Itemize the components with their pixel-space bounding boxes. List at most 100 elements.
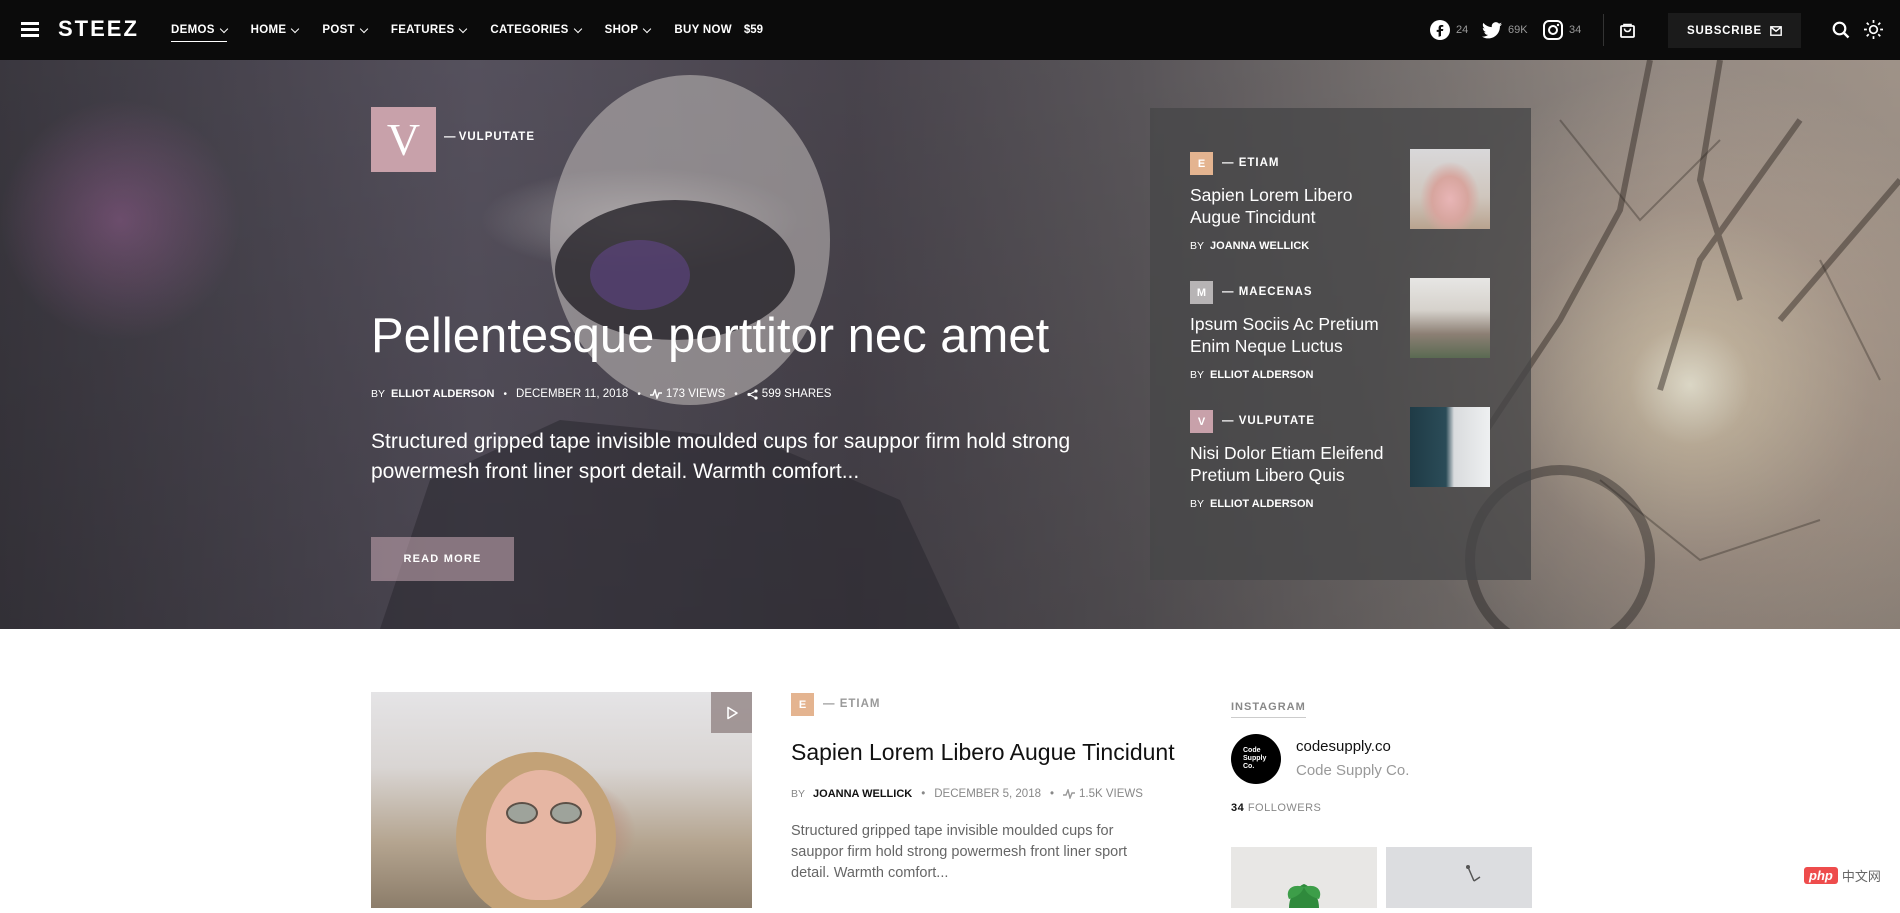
cart-icon[interactable] xyxy=(1620,22,1635,43)
menu-item-label: HOME xyxy=(250,24,287,36)
hero-meta: BY ELLIOT ALDERSON • DECEMBER 11, 2018 •… xyxy=(371,388,831,400)
twitter-icon xyxy=(1482,21,1502,38)
post-date: DECEMBER 5, 2018 xyxy=(934,788,1041,800)
side-post-badge[interactable]: E xyxy=(1190,152,1213,175)
menu-item-demos[interactable]: DEMOS xyxy=(171,24,228,42)
menu-item-shop[interactable]: SHOP xyxy=(605,24,652,36)
side-post[interactable]: V VULPUTATE Nisi Dolor Etiam Eleifend Pr… xyxy=(1190,407,1510,520)
image-detail xyxy=(486,770,596,900)
by-label: BY xyxy=(791,788,806,800)
followers-count: 34 xyxy=(1231,802,1245,814)
side-post-thumbnail[interactable] xyxy=(1410,278,1490,358)
social-facebook[interactable]: 24 xyxy=(1430,0,1468,60)
chevron-down-icon xyxy=(643,24,652,33)
hero-shares: 599 SHARES xyxy=(761,388,832,400)
menu-item-categories[interactable]: CATEGORIES xyxy=(490,24,582,36)
side-post-category[interactable]: ETIAM xyxy=(1222,157,1279,169)
side-post-author[interactable]: JOANNA WELLICK xyxy=(1210,240,1309,252)
menu-item-features[interactable]: FEATURES xyxy=(390,24,468,36)
read-more-button[interactable]: READ MORE xyxy=(371,537,514,581)
facebook-count: 24 xyxy=(1456,24,1469,36)
side-post-category[interactable]: VULPUTATE xyxy=(1222,415,1315,427)
side-post-byline: BY ELLIOT ALDERSON xyxy=(1190,369,1314,381)
hero-category-badge[interactable]: V xyxy=(371,107,436,172)
side-post[interactable]: E ETIAM Sapien Lorem Libero Augue Tincid… xyxy=(1190,149,1510,262)
side-post-byline: BY ELLIOT ALDERSON xyxy=(1190,498,1314,510)
side-post-category[interactable]: MAECENAS xyxy=(1222,286,1313,298)
post-category-label[interactable]: ETIAM xyxy=(823,698,880,710)
instagram-account-name: Code Supply Co. xyxy=(1296,762,1410,779)
play-icon xyxy=(726,706,738,719)
instagram-photo[interactable] xyxy=(1386,847,1532,908)
top-navbar: STEEZ DEMOS HOME POST FEATURES CATEGORIE… xyxy=(0,0,1900,60)
instagram-photo[interactable] xyxy=(1231,847,1377,908)
instagram-followers: 34 FOLLOWERS xyxy=(1231,802,1321,814)
twitter-count: 69K xyxy=(1508,24,1528,36)
side-post-badge[interactable]: M xyxy=(1190,281,1213,304)
menu-item-label: CATEGORIES xyxy=(490,24,569,36)
post-author-link[interactable]: JOANNA WELLICK xyxy=(813,788,912,800)
activity-icon xyxy=(1063,789,1076,799)
instagram-count: 34 xyxy=(1569,24,1582,36)
side-post[interactable]: M MAECENAS Ipsum Sociis Ac Pretium Enim … xyxy=(1190,278,1510,391)
side-post-thumbnail[interactable] xyxy=(1410,407,1490,487)
side-post-badge[interactable]: V xyxy=(1190,410,1213,433)
followers-label: FOLLOWERS xyxy=(1247,802,1322,814)
post-meta: BY JOANNA WELLICK • DECEMBER 5, 2018 • 1… xyxy=(791,788,1143,800)
search-icon[interactable] xyxy=(1832,21,1850,44)
by-label: BY xyxy=(1190,498,1205,510)
post-title[interactable]: Sapien Lorem Libero Augue Tincidunt xyxy=(791,739,1175,766)
site-logo[interactable]: STEEZ xyxy=(58,16,139,42)
chevron-down-icon xyxy=(219,24,228,33)
menu-item-buy-now[interactable]: BUY NOW xyxy=(674,24,731,36)
watermark-logo: php xyxy=(1804,867,1838,884)
by-label: BY xyxy=(1190,240,1205,252)
hero-excerpt: Structured gripped tape invisible moulde… xyxy=(371,430,1071,483)
nav-divider xyxy=(1603,14,1604,46)
menu-item-label: FEATURES xyxy=(390,24,455,36)
menu-item-home[interactable]: HOME xyxy=(250,24,300,36)
side-post-author[interactable]: ELLIOT ALDERSON xyxy=(1210,498,1313,510)
mail-icon xyxy=(1770,25,1782,36)
side-post-title[interactable]: Nisi Dolor Etiam Eleifend Pretium Libero… xyxy=(1190,442,1400,486)
side-post-title[interactable]: Sapien Lorem Libero Augue Tincidunt xyxy=(1190,184,1400,228)
chevron-down-icon xyxy=(291,24,300,33)
image-detail xyxy=(506,802,584,824)
post-excerpt: Structured gripped tape invisible moulde… xyxy=(791,823,1128,881)
plant-image xyxy=(1287,884,1321,908)
side-post-title[interactable]: Ipsum Sociis Ac Pretium Enim Neque Luctu… xyxy=(1190,313,1400,357)
hero-category-label[interactable]: VULPUTATE xyxy=(444,131,535,143)
chevron-down-icon xyxy=(459,24,468,33)
hero-section: V VULPUTATE Pellentesque porttitor nec a… xyxy=(0,60,1900,629)
avatar-text: Code Supply Co. xyxy=(1243,747,1267,770)
hero-title[interactable]: Pellentesque porttitor nec amet xyxy=(371,308,1049,364)
chevron-down-icon xyxy=(359,24,369,33)
by-label: BY xyxy=(371,388,386,400)
post-featured-image[interactable] xyxy=(371,692,752,908)
hamburger-menu-icon[interactable] xyxy=(21,22,39,37)
menu-item-label: BUY NOW xyxy=(674,24,732,36)
chevron-down-icon xyxy=(573,24,582,33)
by-label: BY xyxy=(1190,369,1205,381)
side-post-author[interactable]: ELLIOT ALDERSON xyxy=(1210,369,1313,381)
subscribe-button[interactable]: SUBSCRIBE xyxy=(1668,13,1801,48)
play-video-button[interactable] xyxy=(711,692,752,733)
menu-item-post[interactable]: POST xyxy=(322,24,369,36)
dark-mode-toggle-icon[interactable] xyxy=(1864,20,1883,44)
social-instagram[interactable]: 34 xyxy=(1543,0,1581,60)
side-post-thumbnail[interactable] xyxy=(1410,149,1490,229)
hero-author-link[interactable]: ELLIOT ALDERSON xyxy=(391,388,494,400)
post-category-badge[interactable]: E xyxy=(791,693,814,716)
watermark-text: 中文网 xyxy=(1841,869,1881,884)
instagram-widget-title: INSTAGRAM xyxy=(1231,701,1306,718)
main-menu: DEMOS HOME POST FEATURES CATEGORIES SHOP… xyxy=(171,0,763,60)
social-twitter[interactable]: 69K xyxy=(1482,0,1528,60)
instagram-avatar[interactable]: Code Supply Co. xyxy=(1231,734,1281,784)
menu-item-label: POST xyxy=(322,24,355,36)
instagram-handle[interactable]: codesupply.co xyxy=(1296,738,1391,755)
lamp-image xyxy=(1466,865,1481,882)
meta-separator: • xyxy=(734,388,738,400)
side-post-byline: BY JOANNA WELLICK xyxy=(1190,240,1309,252)
meta-separator: • xyxy=(1050,788,1055,800)
php-cn-watermark: php 中文网 xyxy=(1804,866,1881,885)
